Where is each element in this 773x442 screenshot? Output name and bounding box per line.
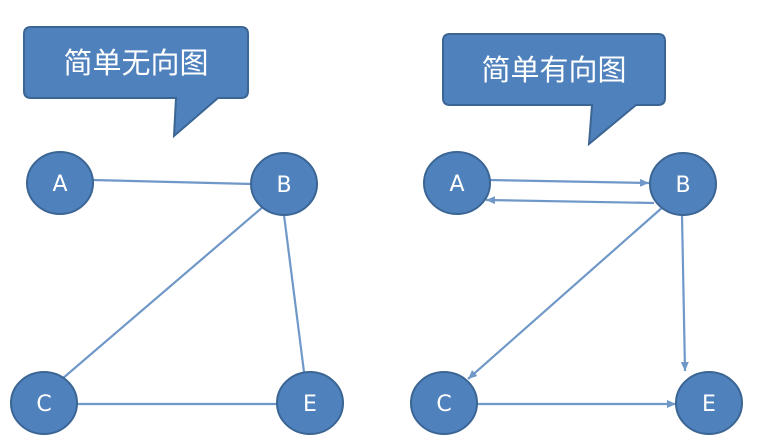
directed-callout-label: 简单有向图 <box>481 53 626 87</box>
callout-bubble <box>442 33 666 147</box>
node-a: A <box>423 151 491 215</box>
edge-b-to-c <box>467 205 665 380</box>
node-a-label: A <box>52 172 67 197</box>
node-e-label: E <box>702 392 716 417</box>
directed-nodes: A B C E <box>410 151 743 435</box>
directed-callout: 简单有向图 <box>442 33 666 147</box>
undirected-callout-label: 简单无向图 <box>63 46 208 80</box>
node-c: C <box>410 371 478 435</box>
graph-comparison-slide: 简单无向图 A B C E 简单有向图 A B C E <box>0 0 773 442</box>
edge-a-b <box>91 178 253 186</box>
callout-bubble <box>23 26 249 139</box>
undirected-graph: 简单无向图 A B C E <box>10 26 344 435</box>
node-b-label: B <box>276 173 291 198</box>
node-a-label: A <box>449 172 464 197</box>
node-c: C <box>10 371 78 435</box>
node-b: B <box>649 152 717 216</box>
edge-b-e <box>282 214 306 373</box>
edge-b-to-a <box>485 196 655 205</box>
undirected-callout: 简单无向图 <box>23 26 249 139</box>
node-e: E <box>276 371 344 435</box>
edge-b-c <box>61 205 265 380</box>
node-b-label: B <box>675 173 690 198</box>
node-c-label: C <box>36 392 51 417</box>
node-e: E <box>675 371 743 435</box>
node-b: B <box>250 152 318 216</box>
directed-edges <box>467 178 689 408</box>
undirected-edges <box>61 178 306 406</box>
node-c-label: C <box>436 392 451 417</box>
node-e-label: E <box>303 392 317 417</box>
node-a: A <box>26 151 94 215</box>
directed-graph: 简单有向图 A B C E <box>410 33 743 435</box>
diagram-canvas: 简单无向图 A B C E 简单有向图 A B C E <box>10 26 743 435</box>
edge-b-to-e <box>680 214 689 372</box>
edge-a-to-b <box>488 178 650 187</box>
